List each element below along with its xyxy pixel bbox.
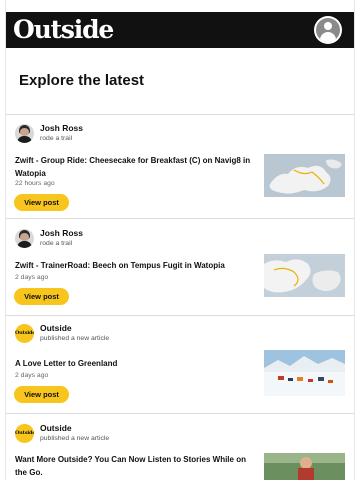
view-post-button[interactable]: View post — [14, 288, 69, 305]
greenland-photo[interactable] — [264, 350, 345, 396]
user-icon — [316, 18, 340, 42]
view-post-button[interactable]: View post — [14, 386, 69, 403]
post-time: 22 hours ago — [15, 180, 55, 187]
author-action: published a new article — [40, 335, 110, 342]
app-header: Outside — [6, 12, 354, 48]
divider — [6, 315, 354, 316]
person-avatar[interactable] — [15, 229, 34, 248]
author-action: rode a trail — [40, 135, 73, 142]
profile-avatar-button[interactable] — [314, 16, 342, 44]
outside-logo-avatar[interactable]: Outside — [15, 424, 34, 443]
divider — [6, 413, 354, 414]
author-name[interactable]: Outside — [40, 423, 72, 433]
post-time: 2 days ago — [15, 274, 49, 281]
post-title[interactable]: Zwift - Group Ride: Cheesecake for Break… — [15, 154, 259, 180]
author-action: rode a trail — [40, 240, 73, 247]
author-name[interactable]: Josh Ross — [40, 123, 83, 133]
divider — [6, 114, 354, 115]
person-avatar[interactable] — [15, 124, 34, 143]
route-map-thumbnail[interactable] — [264, 254, 345, 297]
author-name[interactable]: Outside — [40, 323, 72, 333]
page-title: Explore the latest — [19, 72, 145, 89]
author-name[interactable]: Josh Ross — [40, 228, 83, 238]
article-photo[interactable] — [264, 453, 345, 480]
divider — [6, 218, 354, 219]
route-map-thumbnail[interactable] — [264, 154, 345, 197]
view-post-button[interactable]: View post — [14, 194, 69, 211]
post-title[interactable]: Zwift - TrainerRoad: Beech on Tempus Fug… — [15, 259, 259, 272]
outside-logo[interactable]: Outside — [13, 13, 114, 47]
post-title[interactable]: A Love Letter to Greenland — [15, 357, 259, 370]
post-title[interactable]: Want More Outside? You Can Now Listen to… — [15, 453, 259, 479]
avatar-logo-text: Outside — [15, 330, 34, 336]
post-time: 2 days ago — [15, 372, 49, 379]
outside-logo-avatar[interactable]: Outside — [15, 324, 34, 343]
avatar-logo-text: Outside — [15, 430, 34, 436]
author-action: published a new article — [40, 435, 110, 442]
